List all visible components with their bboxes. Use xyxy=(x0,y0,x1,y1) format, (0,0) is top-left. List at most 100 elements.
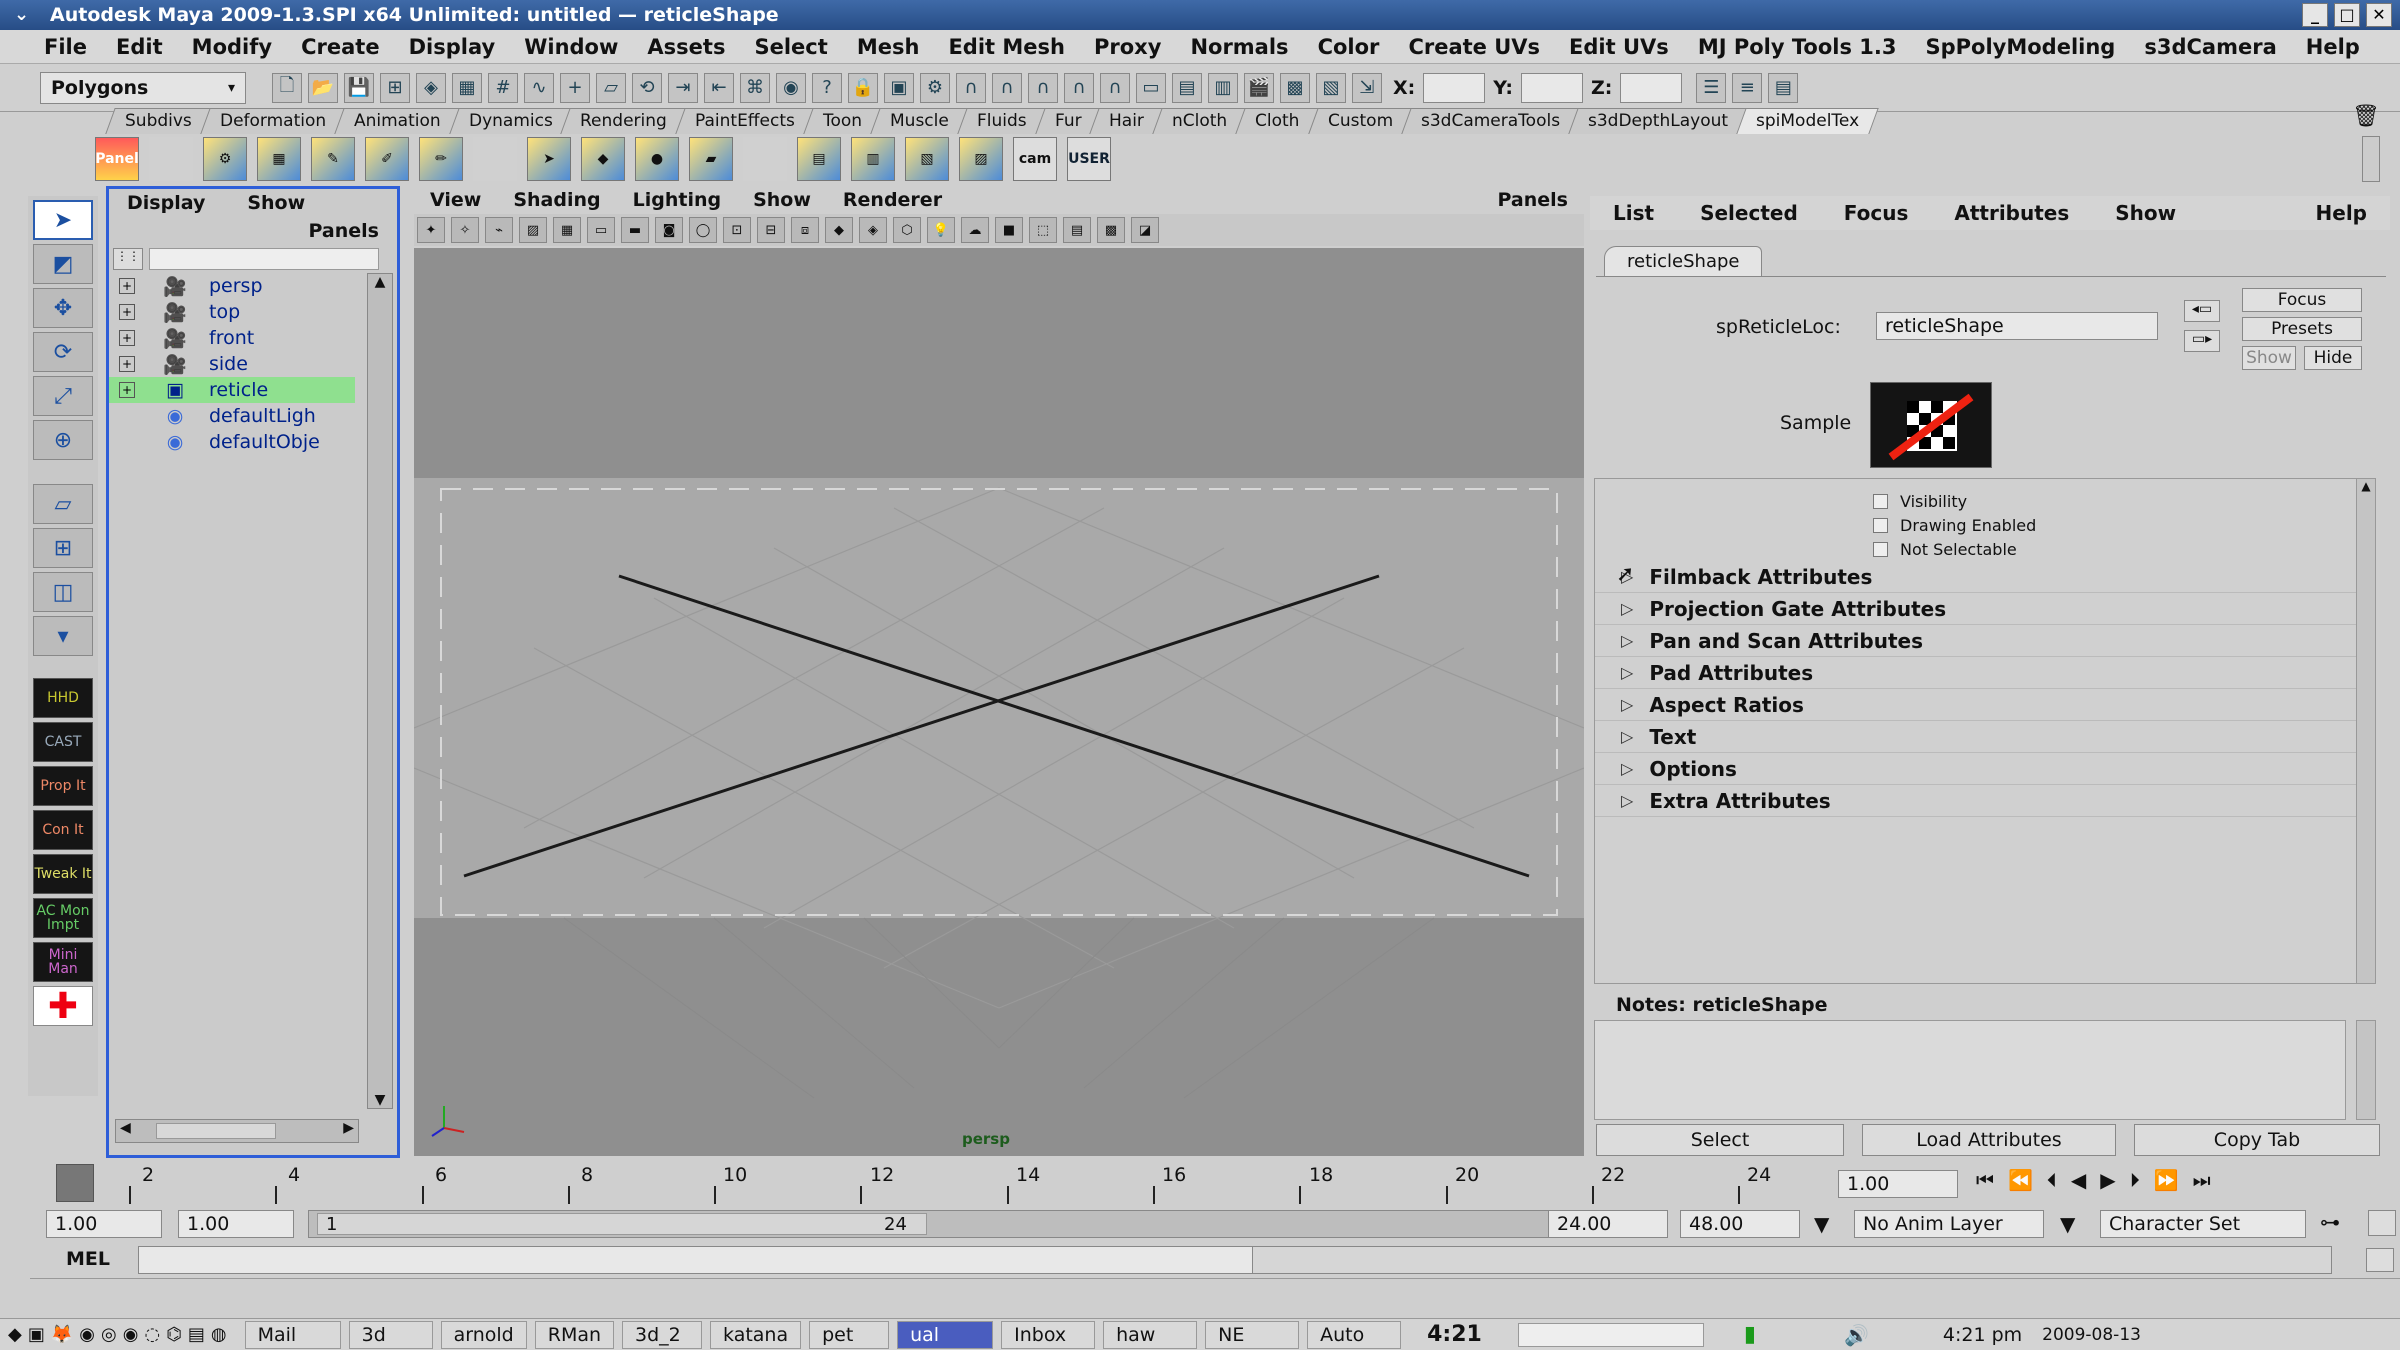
gate-mask-icon[interactable]: ◙ xyxy=(655,217,683,243)
ae-tab-reticleshape[interactable]: reticleShape xyxy=(1604,246,1763,276)
app-icon-10[interactable]: ◍ xyxy=(211,1324,227,1345)
output-ops-icon[interactable]: ⇤ xyxy=(704,72,734,103)
step-back-frame-icon[interactable]: ⏴ xyxy=(2047,1168,2057,1192)
load-connected-icon[interactable]: ◂▭ xyxy=(2184,300,2220,322)
character-set-dropdown-icon[interactable]: ▼ xyxy=(2060,1212,2075,1236)
shelf-tab-animation[interactable]: Animation xyxy=(334,108,461,134)
shelf-tab-rendering[interactable]: Rendering xyxy=(560,108,688,134)
shelf-wheel-icon[interactable]: ⚙ xyxy=(203,137,247,181)
volume-icon[interactable]: 🔊 xyxy=(1844,1323,1869,1347)
open-scene-icon[interactable]: 📂 xyxy=(308,72,338,103)
taskbar-ual[interactable]: ual xyxy=(897,1320,994,1349)
shelf-mark-ac-mon[interactable]: AC Mon Impt xyxy=(33,898,93,938)
show-hide-channelbox-icon[interactable]: ▤ xyxy=(1768,72,1799,103)
presets-button[interactable]: Presets xyxy=(2242,317,2362,341)
outliner-layout-icon[interactable]: ◫ xyxy=(33,572,93,612)
snap-plane-icon[interactable]: ▱ xyxy=(596,72,626,103)
shelf-uv-icon-3[interactable]: ▧ xyxy=(905,137,949,181)
input-ops-icon[interactable]: ⇥ xyxy=(668,72,698,103)
app-icon-7[interactable]: ◌ xyxy=(144,1324,160,1345)
ae-menu-help[interactable]: Help xyxy=(2316,201,2367,225)
snap-grid-icon[interactable]: # xyxy=(488,72,518,103)
outliner-item-top[interactable]: + 🎥 top xyxy=(109,299,365,325)
safe-action-icon[interactable]: ⊡ xyxy=(723,217,751,243)
not-selectable-checkbox-row[interactable]: Not Selectable xyxy=(1595,537,2371,561)
copy-tab-button[interactable]: Copy Tab xyxy=(2134,1124,2380,1156)
animation-end-field[interactable]: 48.00 xyxy=(1680,1210,1800,1238)
x-field[interactable] xyxy=(1423,72,1486,103)
camera-attrs-icon[interactable]: ✧ xyxy=(451,217,479,243)
select-camera-icon[interactable]: ✦ xyxy=(417,217,445,243)
go-to-end-icon[interactable]: ⏭ xyxy=(2193,1168,2211,1192)
shelf-user-tools-button[interactable]: USER xyxy=(1067,137,1111,181)
taskbar-pet[interactable]: pet xyxy=(809,1320,890,1349)
visibility-checkbox-row[interactable]: Visibility xyxy=(1595,489,2371,513)
select-tool-icon[interactable]: ➤ xyxy=(33,200,93,240)
snap-point-icon[interactable]: + xyxy=(560,72,590,103)
isolate-select-icon[interactable]: ⬚ xyxy=(1029,217,1057,243)
textured-icon[interactable]: ■ xyxy=(995,217,1023,243)
viewport-menu-shading[interactable]: Shading xyxy=(513,189,600,211)
shelf-mark-prop-it[interactable]: Prop It xyxy=(33,766,93,806)
field-chart-icon[interactable]: ◯ xyxy=(689,217,717,243)
shelf-tab-s3dcameratools[interactable]: s3dCameraTools xyxy=(1401,108,1580,134)
shelf-mark-hhd[interactable]: HHD xyxy=(33,678,93,718)
menu-s3dcamera[interactable]: s3dCamera xyxy=(2130,35,2290,59)
magnet-icon-5[interactable]: ∩ xyxy=(1100,72,1130,103)
scroll-left-icon[interactable]: ◀ xyxy=(120,1120,131,1136)
menu-edit[interactable]: Edit xyxy=(102,35,177,59)
scroll-up-icon[interactable]: ▲ xyxy=(2357,479,2375,493)
section-projection-gate-attributes[interactable]: ▷ Projection Gate Attributes xyxy=(1595,593,2371,625)
outliner-item-persp[interactable]: + 🎥 persp xyxy=(109,273,365,299)
menu-edit-mesh[interactable]: Edit Mesh xyxy=(934,35,1079,59)
move-tool-icon[interactable]: ✥ xyxy=(33,288,93,328)
shelf-uv-icon-4[interactable]: ▨ xyxy=(959,137,1003,181)
ae-menu-focus[interactable]: Focus xyxy=(1844,201,1909,225)
chat-icon[interactable]: ◎ xyxy=(101,1324,117,1345)
bookmark-icon[interactable]: ⌁ xyxy=(485,217,513,243)
scroll-right-icon[interactable]: ▶ xyxy=(343,1120,354,1136)
menu-help[interactable]: Help xyxy=(2292,35,2374,59)
select-button[interactable]: Select xyxy=(1596,1124,1844,1156)
maximize-button[interactable]: □ xyxy=(2334,3,2360,27)
help-question-icon[interactable]: ? xyxy=(812,72,842,103)
camera-attr-icon[interactable]: ▭ xyxy=(1136,72,1166,103)
wireframe-icon[interactable]: ⧈ xyxy=(791,217,819,243)
taskbar-arnold[interactable]: arnold xyxy=(440,1320,527,1349)
menu-color[interactable]: Color xyxy=(1304,35,1394,59)
red-cross-icon[interactable]: ✚ xyxy=(33,986,93,1027)
taskbar-search-field[interactable] xyxy=(1517,1322,1704,1347)
snap-curve-icon[interactable]: ∿ xyxy=(524,72,554,103)
render-current-icon[interactable]: ◉ xyxy=(776,72,806,103)
shelf-sphere-icon[interactable]: ● xyxy=(635,137,679,181)
menu-create[interactable]: Create xyxy=(287,35,393,59)
save-scene-icon[interactable]: 💾 xyxy=(344,72,374,103)
menu-sppolymodeling[interactable]: SpPolyModeling xyxy=(1911,35,2129,59)
load-attributes-button[interactable]: Load Attributes xyxy=(1862,1124,2116,1156)
command-input[interactable] xyxy=(138,1246,1268,1274)
shelf-tab-dynamics[interactable]: Dynamics xyxy=(448,108,573,134)
shelf-scroll-icon[interactable] xyxy=(2362,136,2380,182)
four-view-layout-icon[interactable]: ⊞ xyxy=(33,528,93,568)
app-icon-6[interactable]: ◉ xyxy=(123,1324,139,1345)
outliner-menu-display[interactable]: Display xyxy=(127,192,205,214)
grid-toggle-icon[interactable]: ▦ xyxy=(553,217,581,243)
shelf-pencil-icon[interactable]: ✏ xyxy=(419,137,463,181)
shelf-paint-icon[interactable]: ✐ xyxy=(365,137,409,181)
shelf-trash-icon[interactable]: 🗑 xyxy=(2352,104,2380,129)
shelf-tab-cloth[interactable]: Cloth xyxy=(1235,108,1320,134)
menu-file[interactable]: File xyxy=(30,35,101,59)
hud-icon[interactable]: ▤ xyxy=(1063,217,1091,243)
go-to-start-icon[interactable]: ⏮ xyxy=(1976,1168,1994,1192)
visibility-checkbox[interactable] xyxy=(1873,493,1888,509)
shelf-tab-muscle[interactable]: Muscle xyxy=(870,108,969,134)
step-forward-key-icon[interactable]: ⏩ xyxy=(2154,1168,2179,1192)
shelf-brush-icon[interactable]: ✎ xyxy=(311,137,355,181)
clapper-icon[interactable]: 🎬 xyxy=(1244,72,1274,103)
taskbar-haw[interactable]: haw xyxy=(1103,1320,1198,1349)
transform-mode-icon[interactable]: ⇲ xyxy=(1352,72,1382,103)
outliner-item-side[interactable]: + 🎥 side xyxy=(109,351,365,377)
scale-tool-icon[interactable]: ⤢ xyxy=(33,376,93,416)
step-back-key-icon[interactable]: ⏪ xyxy=(2008,1168,2033,1192)
launcher-icon[interactable]: ◆ xyxy=(8,1324,22,1345)
